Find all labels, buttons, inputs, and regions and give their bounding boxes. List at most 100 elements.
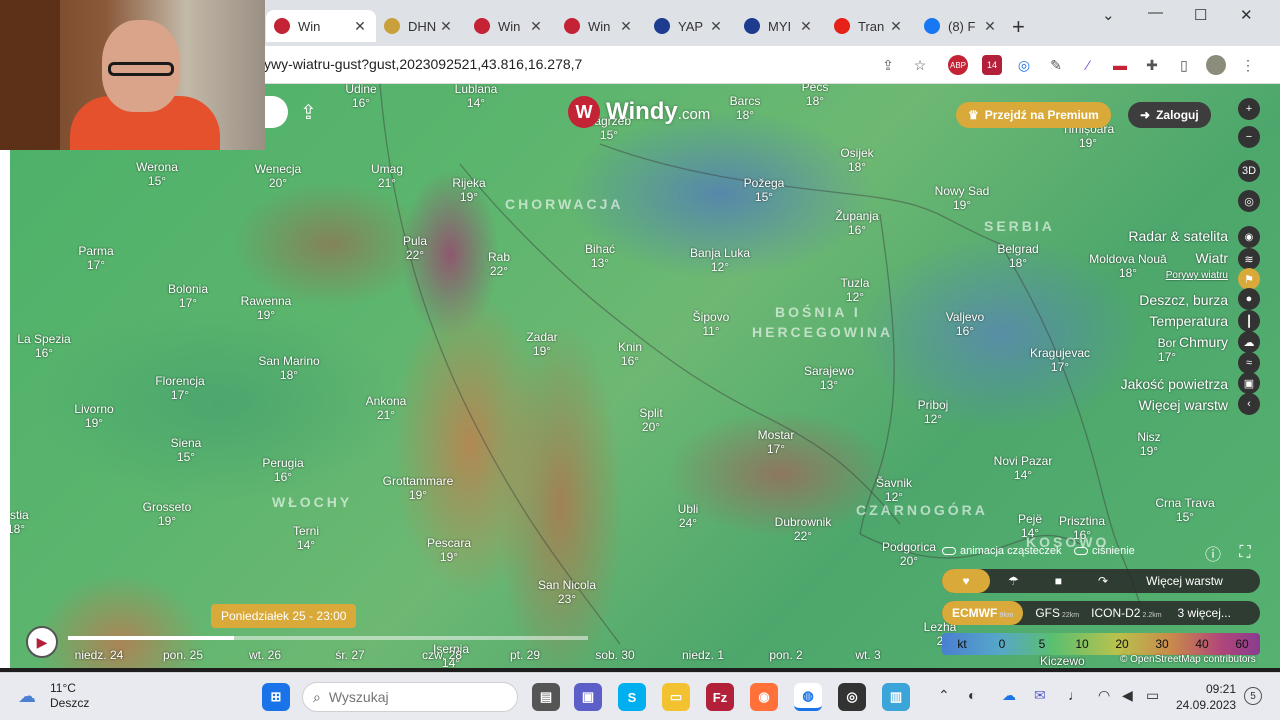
taskbar-search[interactable]: ⌕: [302, 682, 518, 712]
timeline-day[interactable]: sob. 30: [595, 648, 634, 662]
search-input[interactable]: [328, 689, 489, 705]
browser-tab-1[interactable]: DHN ✕: [376, 10, 462, 42]
gust-layer-icon[interactable]: ⚑: [1238, 268, 1260, 290]
browser-menu-icon[interactable]: ⋮: [1238, 55, 1258, 75]
city-label[interactable]: Zadar 19°: [526, 330, 557, 358]
layer-air-quality[interactable]: Jakość powietrza: [1121, 376, 1228, 392]
model-0[interactable]: ECMWF 9km: [942, 601, 1024, 625]
profile-avatar[interactable]: [1206, 55, 1226, 75]
zoom-in-button[interactable]: +: [1238, 98, 1260, 120]
city-label[interactable]: Knin 16°: [618, 340, 642, 368]
layer-radar[interactable]: Radar & satelita: [1128, 228, 1228, 244]
tab-close-icon[interactable]: ✕: [708, 18, 724, 35]
scale-unit[interactable]: kt: [957, 637, 966, 651]
city-label[interactable]: Sarajewo 13°: [804, 364, 854, 392]
city-label[interactable]: Bolonia 17°: [168, 282, 208, 310]
minimize-icon[interactable]: —: [1148, 4, 1163, 21]
map-share-icon[interactable]: ⇪: [300, 100, 317, 125]
fullscreen-icon[interactable]: ⛶: [1234, 542, 1256, 564]
city-label[interactable]: Moldova Nouă 18°: [1089, 252, 1166, 280]
premium-button[interactable]: ♛ Przejdź na Premium: [956, 102, 1111, 128]
more-layers-button[interactable]: Więcej warstw: [1146, 574, 1223, 588]
pressure-toggle[interactable]: ciśnienie: [1074, 545, 1135, 557]
city-label[interactable]: Ankona 21°: [366, 394, 407, 422]
city-label[interactable]: Rijeka 19°: [452, 176, 485, 204]
city-label[interactable]: Osijek 18°: [840, 146, 873, 174]
browser-tab-6[interactable]: Tran ✕: [826, 10, 912, 42]
city-label[interactable]: San Marino 18°: [258, 354, 319, 382]
city-label[interactable]: Rawenna 19°: [241, 294, 292, 322]
layer-wind[interactable]: Wiatr: [1195, 250, 1228, 266]
firefox-icon[interactable]: ◉: [750, 683, 778, 711]
task-view-icon[interactable]: ▤: [532, 683, 560, 711]
city-label[interactable]: Werona 15°: [136, 160, 178, 188]
tab-close-icon[interactable]: ✕: [528, 18, 544, 35]
layer-more[interactable]: Więcej warstw: [1139, 397, 1228, 413]
microphone-icon[interactable]: ♩: [1068, 687, 1082, 703]
filezilla-icon[interactable]: Fz: [706, 683, 734, 711]
weather-widget[interactable]: ☁ 11°C Deszcz: [18, 681, 89, 711]
obs-icon[interactable]: ◎: [838, 683, 866, 711]
city-label[interactable]: San Nicola 23°: [538, 578, 596, 606]
city-label[interactable]: Kragujevac 17°: [1030, 346, 1090, 374]
volume-icon[interactable]: ◀: [1122, 687, 1133, 704]
teams-chat-icon[interactable]: ▣: [574, 683, 602, 711]
timeline-day[interactable]: wt. 3: [855, 648, 880, 662]
city-label[interactable]: Belgrad 18°: [997, 242, 1038, 270]
url-text[interactable]: ywy-wiatru-gust?gust,2023092521,43.816,1…: [264, 56, 582, 72]
timeline-track[interactable]: [68, 636, 588, 640]
favorite-heart-icon[interactable]: ♥: [942, 569, 990, 593]
rain-layer-icon[interactable]: ●: [1238, 288, 1260, 310]
city-label[interactable]: Pejë 14°: [1018, 512, 1042, 540]
wifi-icon[interactable]: ◠: [1098, 687, 1110, 704]
browser-tab-2[interactable]: Win ✕: [466, 10, 552, 42]
city-label[interactable]: Crna Trava 15°: [1155, 496, 1214, 524]
city-label[interactable]: Rab 22°: [488, 250, 510, 278]
city-label[interactable]: Wenecja 20°: [255, 162, 301, 190]
city-label[interactable]: Perugia 16°: [262, 456, 303, 484]
city-label[interactable]: Nowy Sad 19°: [935, 184, 990, 212]
timeline-day[interactable]: pon. 25: [163, 648, 203, 662]
start-windows-icon[interactable]: ⊞: [262, 683, 290, 711]
weather-icon[interactable]: ☂: [1008, 574, 1019, 588]
city-label[interactable]: Dubrownik 22°: [775, 515, 832, 543]
city-label[interactable]: Grosseto 19°: [143, 500, 192, 528]
extension-badge-icon[interactable]: 14: [982, 55, 1002, 75]
3d-button[interactable]: 3D: [1238, 160, 1260, 182]
timeline-day[interactable]: wt. 26: [249, 648, 281, 662]
bookmark-star-icon[interactable]: ☆: [910, 55, 930, 75]
login-button[interactable]: ➜ Zaloguj: [1128, 102, 1211, 128]
teams-tray-icon[interactable]: ✉: [1034, 687, 1046, 704]
tab-search-icon[interactable]: ⌄: [1102, 6, 1115, 24]
city-label[interactable]: Pécs 18°: [802, 84, 829, 108]
notification-badge[interactable]: 5: [1244, 687, 1262, 705]
city-label[interactable]: Novi Pazar 14°: [994, 454, 1053, 482]
timeline-day[interactable]: pon. 2: [769, 648, 802, 662]
zoom-out-button[interactable]: −: [1238, 126, 1260, 148]
timeline-day[interactable]: niedz. 1: [682, 648, 724, 662]
clouds-layer-icon[interactable]: ☁: [1238, 331, 1260, 353]
city-label[interactable]: Lublana 14°: [455, 84, 498, 110]
city-label[interactable]: Barcs 18°: [730, 94, 761, 122]
temperature-layer-icon[interactable]: ┃: [1238, 310, 1260, 332]
particles-toggle[interactable]: animacja cząsteczek: [942, 545, 1062, 557]
city-label[interactable]: Parma 17°: [78, 244, 113, 272]
timeline-day[interactable]: pt. 29: [510, 648, 540, 662]
city-label[interactable]: Pula 22°: [403, 234, 427, 262]
play-button[interactable]: ▶: [26, 626, 58, 658]
tray-app-icon-1[interactable]: ◐: [968, 687, 976, 703]
city-label[interactable]: Mostar 17°: [758, 428, 795, 456]
hurricane-icon[interactable]: ◎: [1238, 190, 1260, 212]
onedrive-icon[interactable]: ☁: [1002, 687, 1016, 704]
osm-attribution[interactable]: © OpenStreetMap contributors: [1120, 654, 1256, 665]
timeline-day[interactable]: śr. 27: [335, 648, 364, 662]
share-icon[interactable]: ⇪: [878, 55, 898, 75]
info-icon[interactable]: ⓘ: [1202, 542, 1224, 564]
wind-route-icon[interactable]: ↷: [1098, 574, 1108, 588]
city-label[interactable]: Split 20°: [639, 406, 662, 434]
tab-close-icon[interactable]: ✕: [982, 18, 998, 35]
layer-temperature[interactable]: Temperatura: [1149, 313, 1228, 329]
city-label[interactable]: Podgorica 20°: [882, 540, 936, 568]
city-label[interactable]: Terni 14°: [293, 524, 319, 552]
timeline-day[interactable]: niedz. 24: [75, 648, 124, 662]
